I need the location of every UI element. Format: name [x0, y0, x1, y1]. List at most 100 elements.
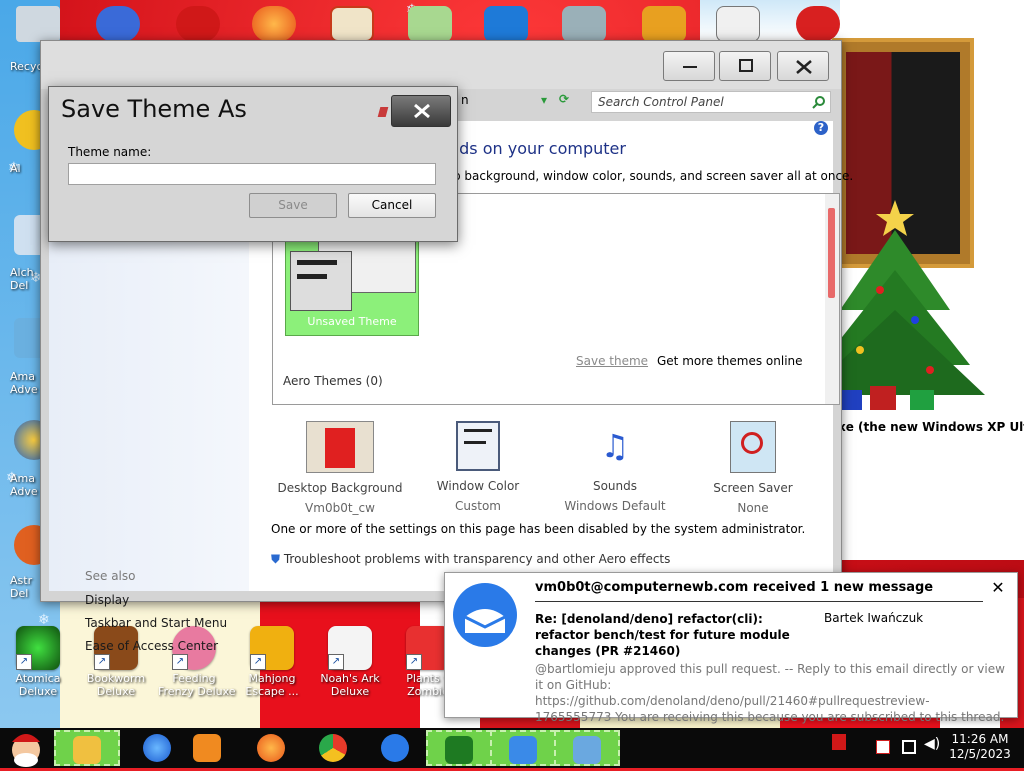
media-player-icon [193, 734, 221, 762]
gate-icon[interactable] [330, 6, 374, 42]
desktop-partial-text: xe (the new Windows XP Ulti [838, 420, 1024, 434]
item-title: Window Color [436, 479, 520, 493]
taskbar-download[interactable] [490, 730, 556, 766]
close-button[interactable] [777, 51, 829, 81]
theme-tile-unsaved[interactable]: Unsaved Theme [285, 226, 419, 336]
shortcut-arrow-icon: ↗ [250, 654, 266, 670]
save-button[interactable]: Save [249, 193, 337, 218]
taskbar: ◀) 11:26 AM 12/5/2023 [0, 728, 1024, 768]
desktop-background-button[interactable]: Desktop Background Vm0b0t_cw [270, 421, 410, 515]
mascot-icon[interactable] [796, 6, 840, 42]
dropdown-arrow-icon[interactable]: ▾ [541, 93, 547, 107]
chrome-icon [319, 734, 347, 762]
shark-icon[interactable] [562, 6, 606, 42]
save-theme-dialog: Save Theme As Theme name: Save Cancel [48, 86, 458, 242]
page-heading: nds on your computer [449, 139, 626, 158]
item-value: None [737, 501, 769, 515]
desktop-icon-label: Atomica Deluxe [15, 672, 61, 698]
desktop-icon-label: Ama Adve [10, 472, 38, 498]
sidebar-link-display[interactable]: Display [85, 593, 129, 607]
sidebar-link-taskbar[interactable]: Taskbar and Start Menu [85, 616, 227, 630]
scrollbar-thumb[interactable] [828, 208, 835, 298]
desktop-icon-label: Ama Adve [10, 370, 38, 396]
clock-time: 11:26 AM [951, 732, 1009, 746]
scrollbar[interactable] [825, 194, 839, 404]
r-app-icon[interactable] [484, 6, 528, 42]
recycle-bin-icon[interactable] [16, 6, 60, 42]
divider [535, 601, 983, 602]
thunderbird-icon [453, 583, 517, 647]
taskbar-control-panel[interactable] [554, 730, 620, 766]
minimize-icon [683, 66, 697, 68]
sounds-button[interactable]: ♫ Sounds Windows Default [545, 421, 685, 513]
volume-icon[interactable]: ◀) [924, 736, 940, 752]
shortcut-arrow-icon: ↗ [406, 654, 422, 670]
taskbar-chrome[interactable] [302, 730, 368, 766]
download-icon [509, 736, 537, 764]
taskbar-upload-app[interactable] [364, 730, 430, 766]
atomica-icon: ↗ [16, 626, 60, 670]
desktop-icon-label: Mahjong Escape ... [245, 672, 299, 698]
screen-saver-icon [730, 421, 776, 473]
taskbar-media-player[interactable] [176, 730, 242, 766]
firefox-icon[interactable] [252, 6, 296, 42]
window-color-icon [456, 421, 500, 471]
start-button[interactable] [2, 728, 50, 768]
music-notes-icon: ♫ [600, 427, 630, 465]
desktop-icon-feeding-frenzy[interactable]: ↗ Feeding Frenzy Deluxe [158, 626, 236, 698]
item-value: Custom [455, 499, 501, 513]
search-placeholder: Search Control Panel [598, 95, 724, 109]
sidebar-link-ease-of-access[interactable]: Ease of Access Center [85, 639, 218, 653]
desktop-icon-label: Bookworm Deluxe [86, 672, 146, 698]
notification-title: vm0b0t@computernewb.com received 1 new m… [535, 580, 934, 595]
minimize-button[interactable] [663, 51, 715, 81]
theme-name-input[interactable] [68, 163, 436, 185]
gem-icon[interactable] [642, 6, 686, 42]
window-app-icon[interactable] [716, 6, 760, 42]
help-icon[interactable]: ? [814, 121, 828, 135]
shield-app-icon[interactable] [96, 6, 140, 42]
get-more-themes-link[interactable]: Get more themes online [657, 354, 803, 368]
screen-saver-button[interactable]: Screen Saver None [683, 421, 823, 515]
item-value: Vm0b0t_cw [305, 501, 375, 515]
desktop-icon-label: Feeding Frenzy Deluxe [158, 672, 236, 698]
desktop-icon-mahjong[interactable]: ↗ Mahjong Escape ... [236, 626, 308, 698]
folder-icon [73, 736, 101, 764]
notification-close-icon[interactable]: ✕ [989, 579, 1007, 597]
maximize-icon [739, 59, 753, 72]
troubleshoot-link[interactable]: ⛊ Troubleshoot problems with transparenc… [271, 552, 670, 567]
desktop-icon-atomica[interactable]: ↗ Atomica Deluxe [2, 626, 74, 698]
taskbar-firefox[interactable] [240, 730, 306, 766]
clock[interactable]: 11:26 AM 12/5/2023 [944, 732, 1016, 762]
cancel-button[interactable]: Cancel [348, 193, 436, 218]
puffle-icon[interactable] [176, 6, 220, 42]
window-color-button[interactable]: Window Color Custom [408, 421, 548, 513]
page-subtext: p background, window color, sounds, and … [453, 169, 854, 183]
action-center-icon[interactable] [876, 740, 890, 754]
mail-notification[interactable]: vm0b0t@computernewb.com received 1 new m… [444, 572, 1018, 740]
desktop-icon-bookworm[interactable]: ↗ Bookworm Deluxe [80, 626, 152, 698]
taskbar-christmas-tree[interactable] [426, 730, 492, 766]
item-title: Desktop Background [277, 481, 403, 495]
maximize-button[interactable] [719, 51, 771, 81]
address-bar[interactable]: n ▾ ⟳ [461, 92, 581, 113]
desktop-icon-label: Al [10, 162, 21, 175]
ie-icon [143, 734, 171, 762]
firefox-icon [257, 734, 285, 762]
flag-icon [377, 107, 389, 117]
network-icon[interactable] [902, 740, 916, 754]
disabled-message: One or more of the settings on this page… [271, 522, 806, 536]
shortcut-arrow-icon: ↗ [94, 654, 110, 670]
desktop-background-icon [306, 421, 374, 473]
desktop-icon-noahs-ark[interactable]: ↗ Noah's Ark Deluxe [314, 626, 386, 698]
shortcut-arrow-icon: ↗ [16, 654, 32, 670]
search-input[interactable]: Search Control Panel [591, 91, 831, 113]
save-theme-link[interactable]: Save theme [576, 354, 648, 368]
refresh-icon[interactable]: ⟳ [559, 92, 569, 106]
search-icon[interactable] [812, 95, 826, 109]
tray-flag-icon[interactable] [832, 734, 846, 750]
taskbar-explorer[interactable] [54, 730, 120, 766]
frog-icon[interactable] [408, 6, 452, 42]
dialog-close-button[interactable] [391, 95, 451, 127]
dialog-title: Save Theme As [61, 95, 247, 123]
